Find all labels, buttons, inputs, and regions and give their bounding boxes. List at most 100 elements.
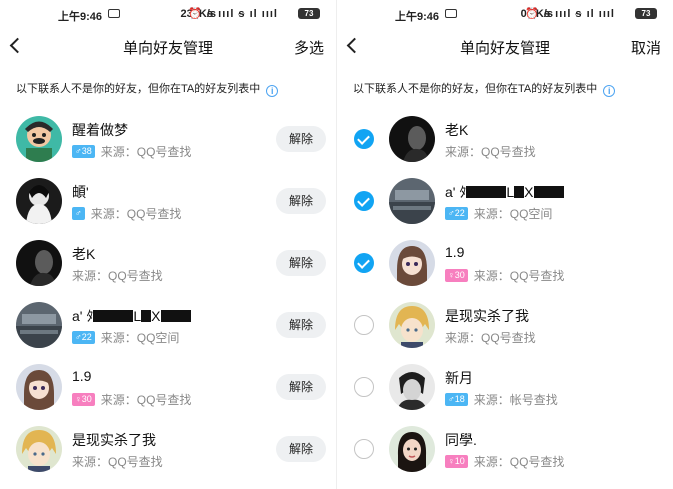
remove-button[interactable]: 解除 [276, 436, 326, 462]
contact-name: 是现实杀了我 [445, 308, 529, 324]
gender-age-badge: ♀10 [445, 455, 468, 468]
contact-meta: 来源：QQ号查找 [445, 329, 536, 346]
gender-age-badge: ♂18 [445, 393, 468, 406]
source-text: 来源：QQ号查找 [100, 145, 192, 159]
list-item[interactable]: 老K 来源：QQ号查找 解除 [0, 232, 336, 294]
list-item[interactable]: 同學. ♀10 来源：QQ号查找 [337, 418, 673, 480]
unchecked-circle-icon[interactable] [354, 439, 374, 459]
contact-name: 醒着做梦 [72, 122, 128, 138]
gender-age-badge: ♀30 [72, 393, 95, 406]
contact-name: a' ﾀ LX [445, 182, 564, 202]
source-text: 来源：QQ号查找 [72, 455, 163, 469]
contact-name: 1.9 [72, 368, 92, 384]
list-item[interactable]: a' ﾀ LX ♂22 来源：QQ空间 解除 [0, 294, 336, 356]
name-text: X [151, 308, 161, 324]
list-item[interactable]: 頔' ♂ 来源：QQ号查找 解除 [0, 170, 336, 232]
list-item[interactable]: 老K 来源：QQ号查找 [337, 108, 673, 170]
list-item[interactable]: 醒着做梦 ♂38 来源：QQ号查找 解除 [0, 108, 336, 170]
contact-name: 頔' [72, 184, 89, 200]
avatar [389, 302, 435, 348]
list-item[interactable]: 是现实杀了我 来源：QQ号查找 解除 [0, 418, 336, 480]
page-title: 单向好友管理 [122, 40, 213, 57]
list-item[interactable]: 新月 ♂18 来源：帐号查找 [337, 356, 673, 418]
avatar [389, 426, 435, 472]
source-text: 来源：帐号查找 [473, 393, 558, 407]
remove-button[interactable]: 解除 [276, 312, 326, 338]
source-text: 来源：QQ号查找 [445, 145, 536, 159]
contact-meta: 来源：QQ号查找 [72, 267, 163, 284]
gender-age-badge: ♂22 [72, 331, 95, 344]
avatar [16, 178, 62, 224]
avatar [16, 116, 62, 162]
gender-badge: ♂ [72, 207, 85, 220]
check-icon[interactable] [354, 129, 374, 149]
list-item[interactable]: 1.9 ♀30 来源：QQ号查找 [337, 232, 673, 294]
status-time: 上午9:46 [395, 11, 440, 23]
gender-age-badge: ♀30 [445, 269, 468, 282]
redaction-block [93, 310, 134, 322]
notice-text: 以下联系人不是你的好友，但你在TA的好友列表中 i [353, 80, 616, 97]
signal-icons: ⏰ ᵴ ıııl ᵴ ıl ıııl [188, 8, 278, 20]
contact-name: a' ﾀ LX [72, 306, 191, 326]
source-text: 来源：QQ号查找 [90, 207, 182, 221]
list-item[interactable]: a' ﾀ LX ♂22 来源：QQ空间 [337, 170, 673, 232]
status-bar: 上午9:46 0.3K/s ⏰ ᵴ ıııl ᵴ ıl ıııl 73 [337, 0, 673, 28]
contact-meta: 来源：QQ号查找 [445, 143, 536, 160]
remove-button[interactable]: 解除 [276, 126, 326, 152]
contact-meta: ♀30 来源：QQ号查找 [445, 267, 564, 284]
cancel-button[interactable]: 取消 [631, 37, 661, 58]
avatar [389, 240, 435, 286]
page-title: 单向好友管理 [459, 40, 550, 57]
name-text: L [506, 184, 515, 200]
notice-label: 以下联系人不是你的好友，但你在TA的好友列表中 [16, 83, 261, 95]
source-text: 来源：QQ号查找 [100, 393, 192, 407]
contact-meta: ♂ 来源：QQ号查找 [72, 205, 181, 222]
right-screen: 上午9:46 0.3K/s ⏰ ᵴ ıııl ᵴ ıl ıııl 73 单向好友… [337, 0, 673, 489]
source-text: 来源：QQ号查找 [473, 269, 565, 283]
list-item[interactable]: 是现实杀了我 来源：QQ号查找 [337, 294, 673, 356]
avatar [16, 302, 62, 348]
check-icon[interactable] [354, 191, 374, 211]
message-icon [445, 9, 457, 18]
contact-name: 1.9 [445, 244, 465, 260]
status-bar: 上午9:46 238K/s ⏰ ᵴ ıııl ᵴ ıl ıııl 73 [0, 0, 336, 28]
gender-age-badge: ♂38 [72, 145, 95, 158]
contact-meta: ♂38 来源：QQ号查找 [72, 143, 191, 160]
nav-header: 单向好友管理 多选 [0, 30, 336, 64]
redaction-block [533, 186, 564, 198]
left-screen: 上午9:46 238K/s ⏰ ᵴ ıııl ᵴ ıl ıııl 73 单向好友… [0, 0, 336, 489]
contact-name: 新月 [445, 370, 473, 386]
redaction-block [160, 310, 191, 322]
multi-select-button[interactable]: 多选 [294, 37, 324, 58]
source-text: 来源：QQ号查找 [473, 455, 565, 469]
contact-name: 同學. [445, 432, 477, 448]
signal-icons: ⏰ ᵴ ıııl ᵴ ıl ıııl [525, 8, 615, 20]
list-item[interactable]: 1.9 ♀30 来源：QQ号查找 解除 [0, 356, 336, 418]
contact-name: 老K [445, 122, 469, 138]
avatar [16, 426, 62, 472]
unchecked-circle-icon[interactable] [354, 377, 374, 397]
avatar [16, 240, 62, 286]
contact-meta: ♀30 来源：QQ号查找 [72, 391, 191, 408]
contact-meta: ♂22 来源：QQ空间 [72, 329, 179, 346]
remove-button[interactable]: 解除 [276, 250, 326, 276]
info-icon[interactable]: i [266, 85, 279, 97]
source-text: 来源：QQ空间 [473, 207, 553, 221]
check-icon[interactable] [354, 253, 374, 273]
contact-name: 老K [72, 246, 96, 262]
nav-header: 单向好友管理 取消 [337, 30, 673, 64]
name-text: X [524, 184, 534, 200]
remove-button[interactable]: 解除 [276, 188, 326, 214]
notice-label: 以下联系人不是你的好友，但你在TA的好友列表中 [353, 83, 598, 95]
avatar [389, 116, 435, 162]
contact-meta: ♂18 来源：帐号查找 [445, 391, 558, 408]
remove-button[interactable]: 解除 [276, 374, 326, 400]
battery-icon: 73 [298, 8, 320, 19]
info-icon[interactable]: i [603, 85, 616, 97]
name-text: a' ﾀ [72, 308, 94, 324]
contact-meta: ♂22 来源：QQ空间 [445, 205, 552, 222]
message-icon [108, 9, 120, 18]
unchecked-circle-icon[interactable] [354, 315, 374, 335]
contact-meta: 来源：QQ号查找 [72, 453, 163, 470]
battery-icon: 73 [635, 8, 657, 19]
